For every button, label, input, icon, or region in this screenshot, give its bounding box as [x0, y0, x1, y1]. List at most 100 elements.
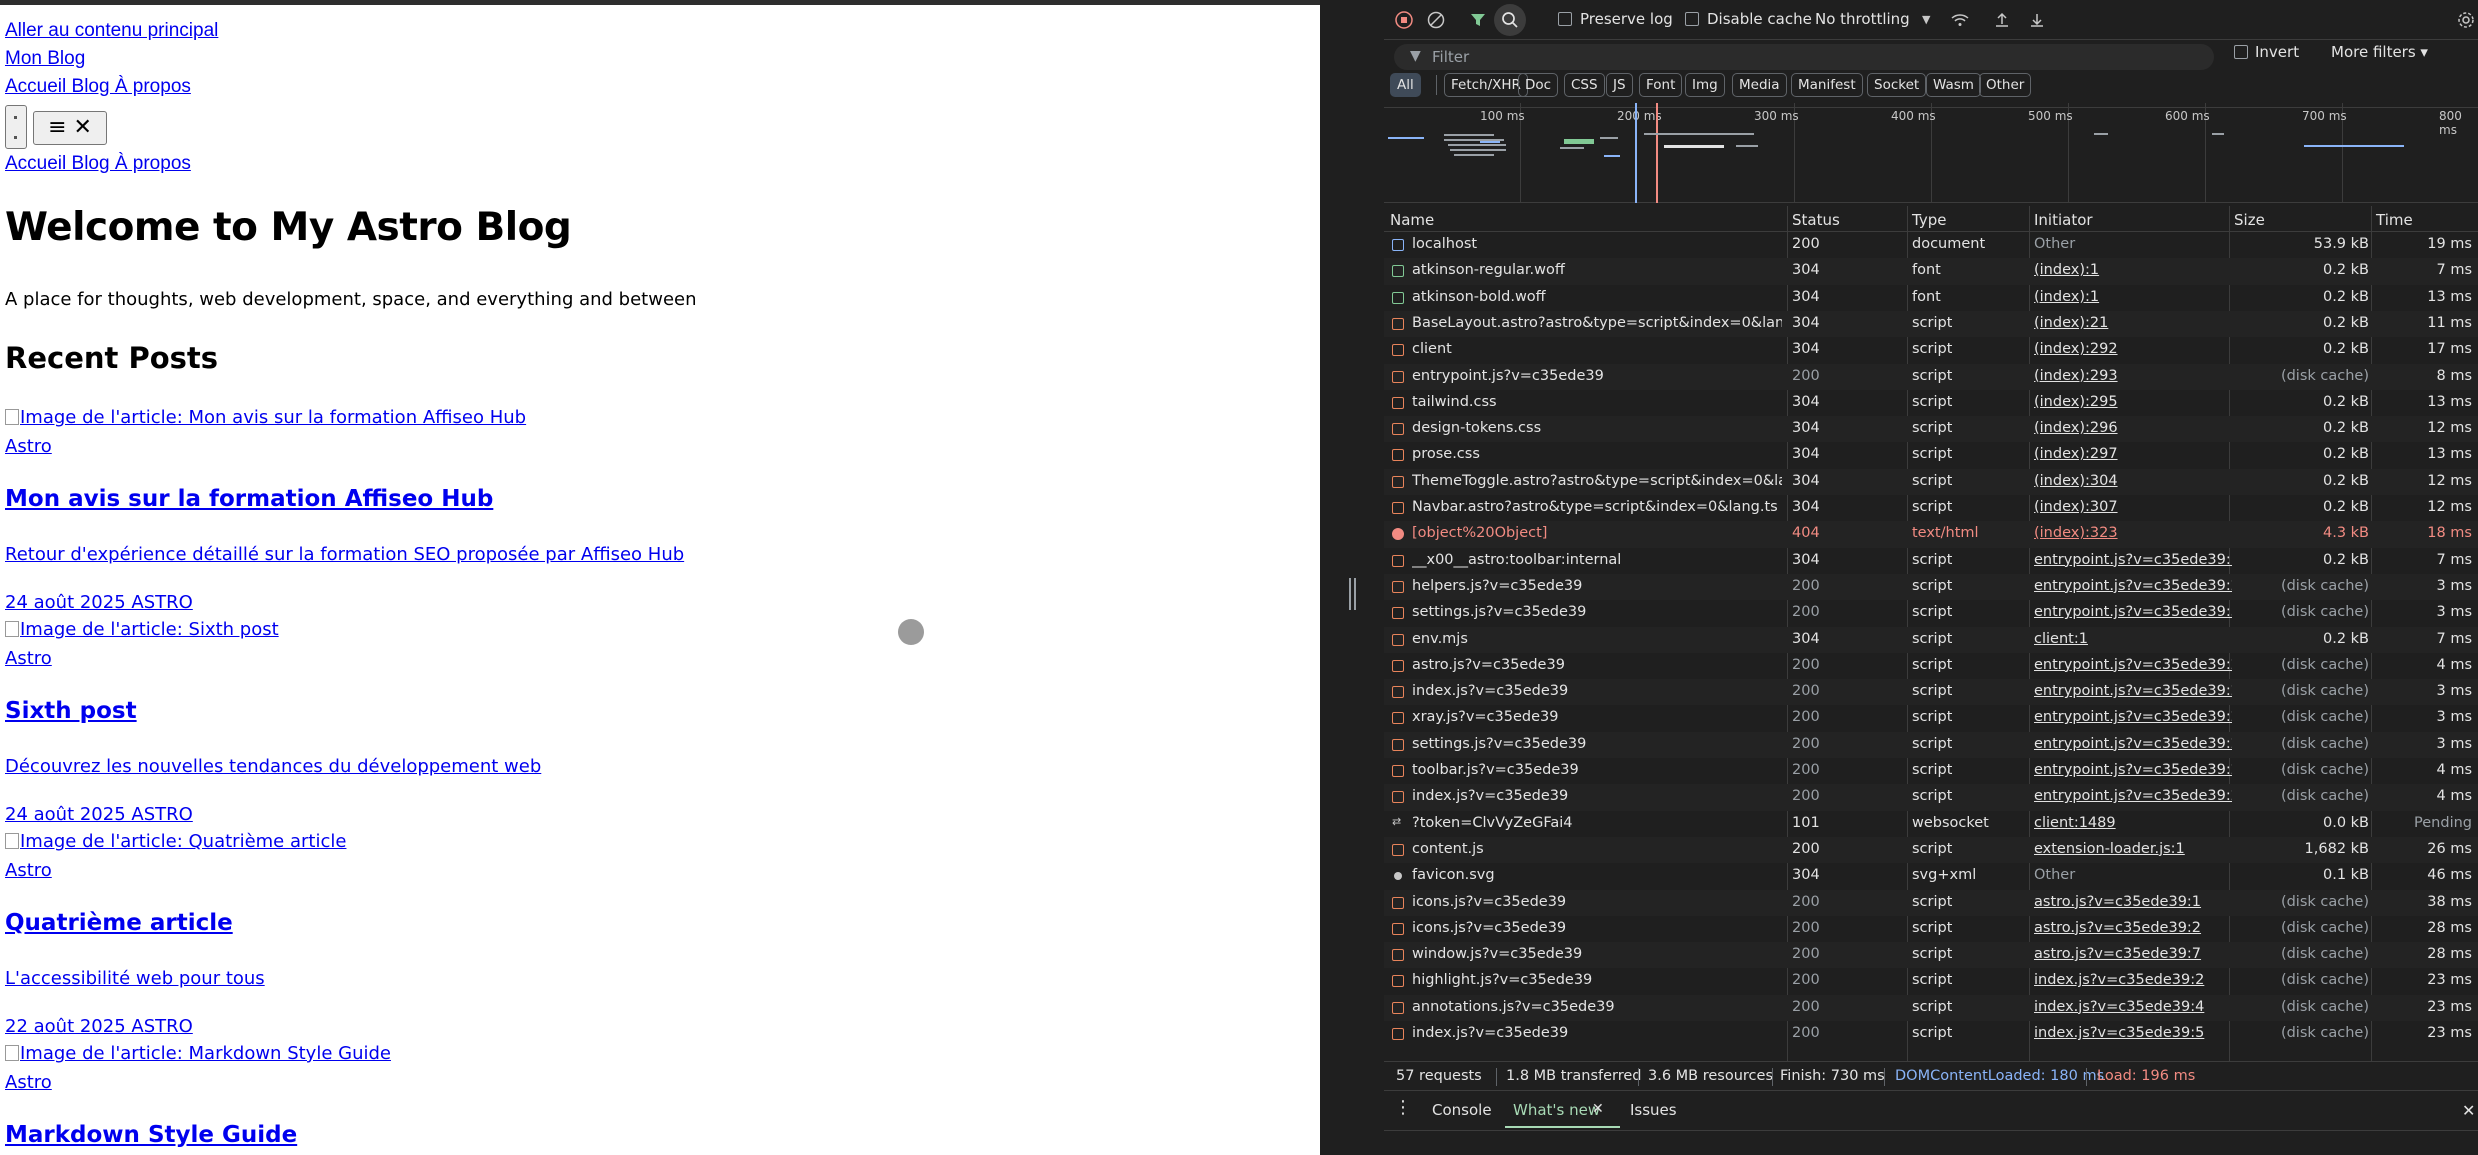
- post-image-link[interactable]: Image de l'article: Sixth post: [5, 619, 279, 640]
- theme-toggle-button[interactable]: [5, 105, 27, 149]
- cell-initiator[interactable]: client:1: [2034, 631, 2232, 647]
- table-row[interactable]: ThemeToggle.astro?astro&type=script&inde…: [1384, 468, 2478, 495]
- cell-initiator[interactable]: (index):323: [2034, 525, 2232, 541]
- table-row[interactable]: localhost 200 document Other 53.9 kB 19 ms: [1384, 232, 2478, 258]
- table-row[interactable]: icons.js?v=c35ede39 200 script astro.js?v=c…: [1384, 916, 2478, 942]
- tab-issues[interactable]: Issues: [1630, 1101, 1677, 1119]
- table-row[interactable]: ⇄ ?token=ClvVyZeGFai4 101 websocket client:1…: [1384, 811, 2478, 837]
- skip-link[interactable]: Aller au contenu principal: [5, 20, 218, 41]
- post-title-link[interactable]: Markdown Style Guide: [5, 1122, 297, 1148]
- throttling-select[interactable]: No throttling: [1815, 10, 1910, 28]
- more-filters-dropdown[interactable]: More filters ▾: [2331, 43, 2428, 61]
- filter-toggle-button[interactable]: [1468, 10, 1488, 30]
- post-image-link[interactable]: Image de l'article: Quatrième article: [5, 831, 346, 852]
- table-row[interactable]: helpers.js?v=c35ede39 200 script entrypoint…: [1384, 573, 2478, 601]
- table-row[interactable]: prose.css 304 script (index):297 0.2 kB 13 ms: [1384, 442, 2478, 468]
- table-row[interactable]: [object%20Object] 404 text/html (index):323…: [1384, 521, 2478, 548]
- chip-all[interactable]: All: [1390, 73, 1421, 97]
- cell-initiator[interactable]: (index):21: [2034, 315, 2232, 331]
- col-header-name[interactable]: Name: [1390, 211, 1434, 229]
- col-header-type[interactable]: Type: [1912, 211, 1946, 229]
- cell-initiator[interactable]: entrypoint.js?v=c35ede39:26: [2034, 657, 2232, 673]
- cell-initiator[interactable]: astro.js?v=c35ede39:7: [2034, 946, 2232, 962]
- nav-top-links[interactable]: Accueil Blog À propos: [5, 76, 191, 97]
- clear-button[interactable]: [1426, 10, 1446, 30]
- table-row[interactable]: toolbar.js?v=c35ede39 200 script entrypoint…: [1384, 758, 2478, 784]
- col-header-initiator[interactable]: Initiator: [2034, 211, 2093, 229]
- cell-initiator[interactable]: (index):304: [2034, 473, 2232, 489]
- more-tools-icon[interactable]: ⋮: [1394, 1097, 1412, 1118]
- chip-wasm[interactable]: Wasm: [1926, 73, 1981, 97]
- cell-initiator[interactable]: (index):1: [2034, 289, 2232, 305]
- menu-button[interactable]: ≡ ✕: [33, 111, 107, 145]
- table-row[interactable]: design-tokens.css 304 script (index):296 0.2…: [1384, 416, 2478, 443]
- cell-initiator[interactable]: entrypoint.js?v=c35ede39:26: [2034, 788, 2232, 804]
- col-header-size[interactable]: Size: [2234, 211, 2265, 229]
- cell-initiator[interactable]: entrypoint.js?v=c35ede39:26: [2034, 762, 2232, 778]
- chip-img[interactable]: Img: [1685, 73, 1725, 97]
- post-tag-link[interactable]: Astro: [5, 860, 52, 881]
- cell-initiator[interactable]: index.js?v=c35ede39:2: [2034, 972, 2232, 988]
- post-image-link[interactable]: Image de l'article: Markdown Style Guide: [5, 1043, 391, 1064]
- cell-initiator[interactable]: entrypoint.js?v=c35ede39:26: [2034, 683, 2232, 699]
- cell-initiator[interactable]: (index):297: [2034, 446, 2232, 462]
- table-row[interactable]: tailwind.css 304 script (index):295 0.2 kB 13…: [1384, 390, 2478, 416]
- cell-initiator[interactable]: entrypoint.js?v=c35ede39:26: [2034, 736, 2232, 752]
- cell-initiator[interactable]: client:1489: [2034, 815, 2232, 831]
- post-title-link[interactable]: Mon avis sur la formation Affiseo Hub: [5, 486, 493, 512]
- post-meta-link[interactable]: 24 août 2025 ASTRO: [5, 804, 193, 825]
- tab-whats-new[interactable]: What's new: [1504, 1101, 1621, 1128]
- post-excerpt-link[interactable]: Découvrez les nouvelles tendances du dév…: [5, 756, 541, 777]
- close-drawer-icon[interactable]: ✕: [2462, 1101, 2475, 1120]
- cell-initiator[interactable]: astro.js?v=c35ede39:2: [2034, 920, 2232, 936]
- table-row[interactable]: __x00__astro:toolbar:internal 304 script en…: [1384, 548, 2478, 574]
- post-excerpt-link[interactable]: L'accessibilité web pour tous: [5, 968, 265, 989]
- cell-initiator[interactable]: index.js?v=c35ede39:4: [2034, 999, 2232, 1015]
- post-tag-link[interactable]: Astro: [5, 648, 52, 669]
- tab-console[interactable]: Console: [1432, 1101, 1492, 1119]
- table-row[interactable]: xray.js?v=c35ede39 200 script entrypoint.js…: [1384, 705, 2478, 731]
- chip-manifest[interactable]: Manifest: [1791, 73, 1863, 97]
- invert-checkbox[interactable]: [2234, 45, 2248, 59]
- table-row[interactable]: astro.js?v=c35ede39 200 script entrypoint.j…: [1384, 653, 2478, 679]
- cell-initiator[interactable]: entrypoint.js?v=c35ede39:3: [2034, 604, 2232, 620]
- search-button[interactable]: [1494, 4, 1526, 36]
- cell-initiator[interactable]: (index):296: [2034, 420, 2232, 436]
- chip-media[interactable]: Media: [1732, 73, 1787, 97]
- post-meta-link[interactable]: 24 août 2025 ASTRO: [5, 592, 193, 613]
- table-row[interactable]: highlight.js?v=c35ede39 200 script index.js…: [1384, 968, 2478, 994]
- chip-fetch-xhr[interactable]: Fetch/XHR: [1444, 73, 1528, 97]
- cell-initiator[interactable]: (index):1: [2034, 262, 2232, 278]
- panel-splitter[interactable]: [1320, 0, 1384, 1155]
- cell-initiator[interactable]: entrypoint.js?v=c35ede39:26: [2034, 709, 2232, 725]
- cell-initiator[interactable]: entrypoint.js?v=c35ede39:2: [2034, 578, 2232, 594]
- filter-input[interactable]: ▼ Filter: [1394, 44, 2214, 70]
- table-row[interactable]: settings.js?v=c35ede39 200 script entrypoin…: [1384, 731, 2478, 758]
- post-meta-link[interactable]: 22 août 2025 ASTRO: [5, 1016, 193, 1037]
- post-tag-link[interactable]: Astro: [5, 1072, 52, 1093]
- table-row[interactable]: index.js?v=c35ede39 200 script entrypoint.j…: [1384, 679, 2478, 706]
- table-row[interactable]: atkinson-bold.woff 304 font (index):1 0.2 kB…: [1384, 285, 2478, 311]
- chip-doc[interactable]: Doc: [1518, 73, 1559, 97]
- col-header-time[interactable]: Time: [2376, 211, 2413, 229]
- col-header-status[interactable]: Status: [1792, 211, 1840, 229]
- import-har-button[interactable]: [1992, 10, 2012, 30]
- table-row[interactable]: index.js?v=c35ede39 200 script entrypoint.j…: [1384, 784, 2478, 811]
- table-row[interactable]: window.js?v=c35ede39 200 script astro.js?v=…: [1384, 942, 2478, 969]
- chip-css[interactable]: CSS: [1564, 73, 1605, 97]
- table-row[interactable]: env.mjs 304 script client:1 0.2 kB 7 ms: [1384, 626, 2478, 653]
- timeline-overview[interactable]: 100 ms 200 ms 300 ms 400 ms 500 ms 600 m…: [1384, 103, 2478, 203]
- chip-other[interactable]: Other: [1979, 73, 2032, 97]
- post-excerpt-link[interactable]: Retour d'expérience détaillé sur la form…: [5, 544, 684, 565]
- drag-handle-icon[interactable]: [1349, 578, 1356, 610]
- table-row[interactable]: annotations.js?v=c35ede39 200 script index.…: [1384, 994, 2478, 1021]
- export-har-button[interactable]: [2027, 10, 2047, 30]
- table-row[interactable]: entrypoint.js?v=c35ede39 200 script (index)…: [1384, 363, 2478, 390]
- table-row[interactable]: Navbar.astro?astro&type=script&index=0&l…: [1384, 495, 2478, 521]
- table-row[interactable]: favicon.svg 304 svg+xml Other 0.1 kB 46 ms: [1384, 863, 2478, 889]
- table-row[interactable]: content.js 200 script extension-loader.js:1…: [1384, 836, 2478, 864]
- cell-initiator[interactable]: entrypoint.js?v=c35ede39:1: [2034, 552, 2232, 568]
- cell-initiator[interactable]: (index):292: [2034, 341, 2232, 357]
- table-row[interactable]: BaseLayout.astro?astro&type=script&index…: [1384, 310, 2478, 338]
- record-button[interactable]: [1394, 10, 1414, 30]
